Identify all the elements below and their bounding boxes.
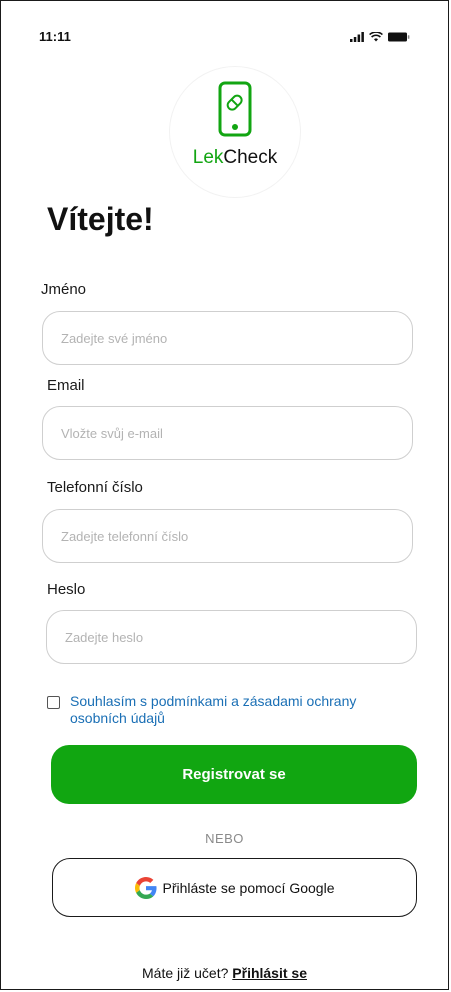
phone-input[interactable] [42, 509, 413, 563]
page-title: Vítejte! [47, 201, 154, 237]
consent-checkbox[interactable] [47, 696, 60, 709]
consent-row: Souhlasím s podmínkami a zásadami ochran… [47, 693, 377, 727]
battery-icon [388, 32, 410, 41]
register-button[interactable]: Registrovat se [51, 745, 417, 804]
signal-icon [350, 31, 364, 42]
name-label: Jméno [41, 281, 87, 298]
logo-text: LekCheck [170, 147, 300, 169]
login-prompt: Máte již učet? Přihlásit se [1, 965, 448, 981]
status-bar: 11:11 [39, 29, 410, 44]
email-label: Email [47, 377, 85, 394]
phone-label: Telefonní číslo [47, 479, 143, 496]
app-logo: LekCheck [170, 67, 300, 197]
login-link[interactable]: Přihlásit se [232, 965, 307, 981]
status-icons [350, 31, 410, 42]
google-signin-button[interactable]: Přihláste se pomocí Google [52, 858, 417, 917]
name-input[interactable] [42, 311, 413, 365]
or-divider: NEBO [205, 831, 244, 846]
phone-screen: 11:11 LekCheck Vítejte! Jméno Zadejte sv… [0, 0, 449, 990]
password-label: Heslo [47, 581, 86, 598]
email-input[interactable] [42, 406, 413, 460]
password-input[interactable] [46, 610, 417, 664]
login-prompt-text: Máte již učet? [142, 965, 229, 981]
logo-text-accent: Lek [192, 147, 224, 168]
google-signin-label: Přihláste se pomocí Google [162, 879, 335, 896]
status-time: 11:11 [39, 29, 71, 44]
wifi-icon [369, 31, 383, 41]
google-icon [134, 876, 157, 899]
phone-pill-icon [218, 81, 252, 137]
consent-link[interactable]: Souhlasím s podmínkami a zásadami ochran… [70, 693, 377, 727]
logo-text-rest: Check [223, 147, 278, 168]
